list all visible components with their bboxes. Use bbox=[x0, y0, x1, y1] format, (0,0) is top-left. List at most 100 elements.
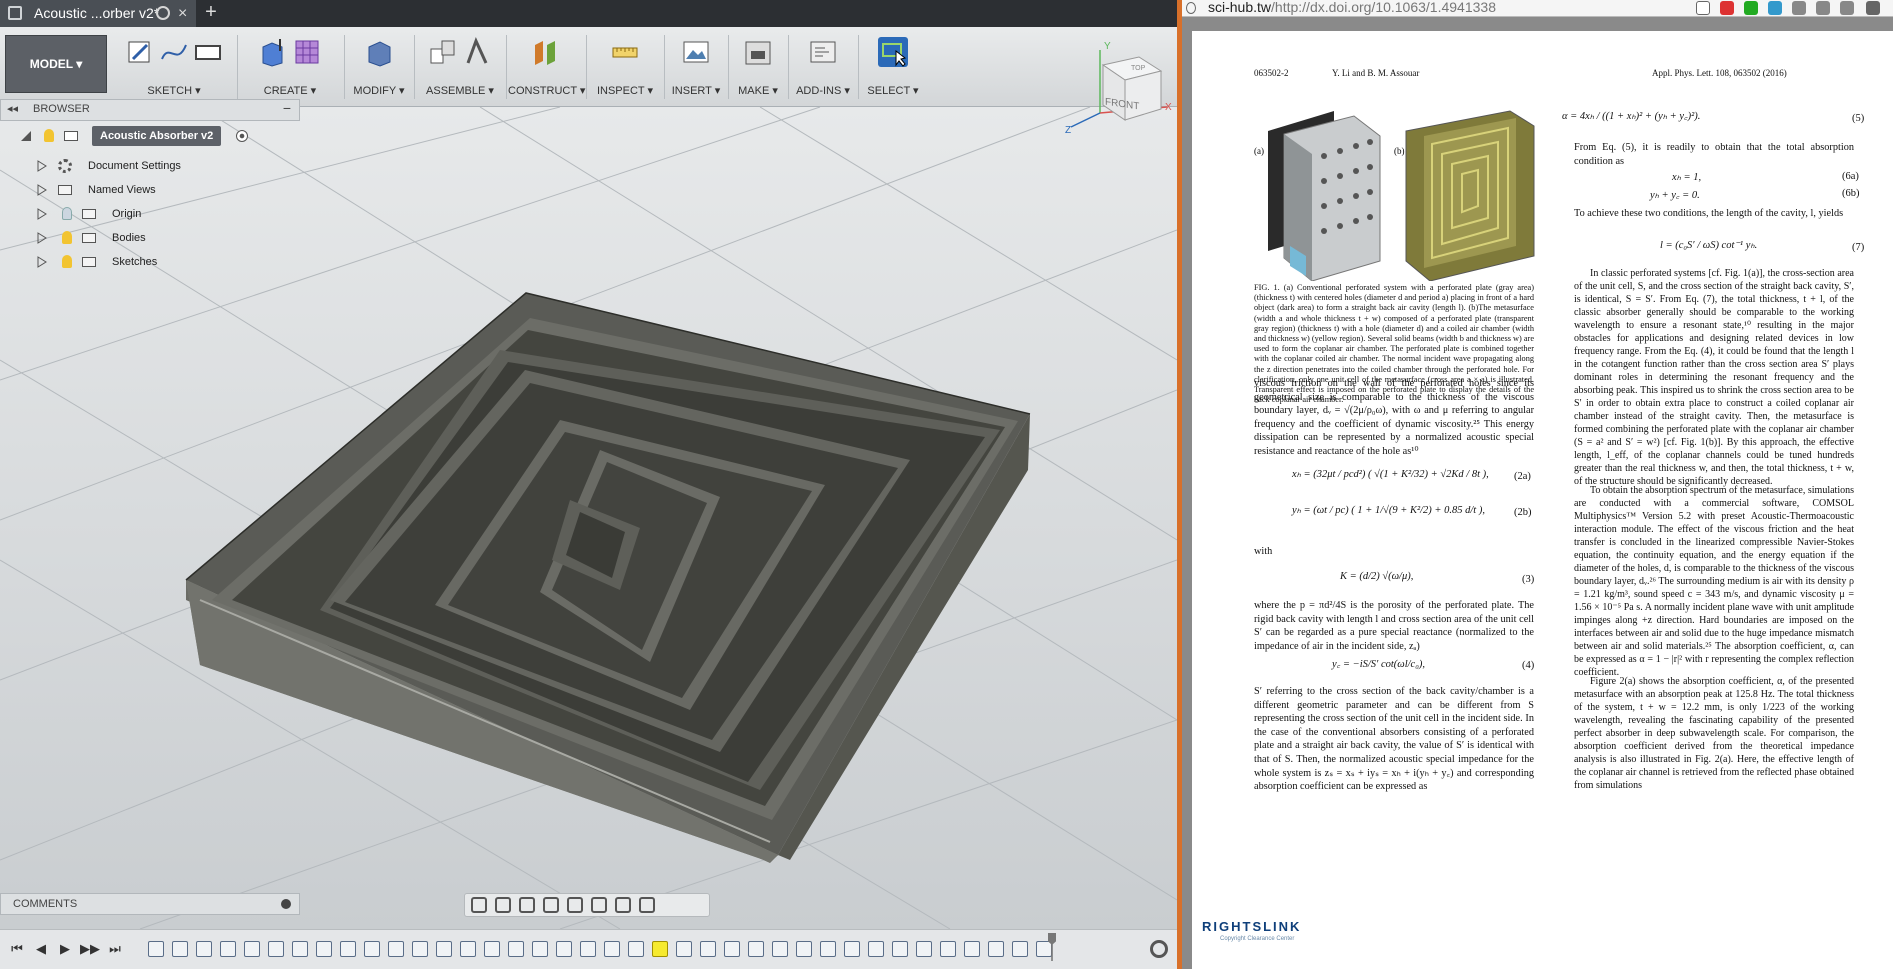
insert-image-icon[interactable] bbox=[681, 37, 711, 67]
root-component-name[interactable]: Acoustic Absorber v2 bbox=[92, 126, 222, 146]
joint-icon[interactable] bbox=[462, 37, 492, 67]
make-group[interactable]: MAKE ▾ bbox=[730, 27, 786, 107]
bookmark-star-icon[interactable] bbox=[1696, 1, 1710, 15]
extension-icon[interactable] bbox=[1840, 1, 1854, 15]
timeline-feature-icon[interactable] bbox=[1012, 941, 1028, 957]
inspect-group[interactable]: INSPECT ▾ bbox=[588, 27, 662, 107]
timeline-feature-icon[interactable] bbox=[772, 941, 788, 957]
extension-icon[interactable] bbox=[1816, 1, 1830, 15]
visibility-bulb-icon[interactable] bbox=[62, 231, 72, 244]
3d-print-icon[interactable] bbox=[743, 37, 773, 67]
expand-icon[interactable] bbox=[36, 256, 48, 268]
visibility-bulb-icon[interactable] bbox=[62, 207, 72, 220]
timeline-feature-icon[interactable] bbox=[652, 941, 668, 957]
timeline-feature-icon[interactable] bbox=[892, 941, 908, 957]
timeline-feature-icon[interactable] bbox=[844, 941, 860, 957]
timeline-feature-icon[interactable] bbox=[868, 941, 884, 957]
address-bar[interactable]: sci-hub.tw/http://dx.doi.org/10.1063/1.4… bbox=[1182, 0, 1893, 17]
zoom-icon[interactable] bbox=[543, 897, 559, 913]
new-tab-button[interactable]: + bbox=[200, 0, 222, 27]
extrude-icon[interactable] bbox=[258, 37, 288, 67]
extension-icon-red[interactable] bbox=[1720, 1, 1734, 15]
zoom-window-icon[interactable] bbox=[567, 897, 583, 913]
browser-root-item[interactable]: Acoustic Absorber v2 bbox=[20, 126, 250, 146]
display-settings-icon[interactable] bbox=[591, 897, 607, 913]
create-sketch-icon[interactable] bbox=[125, 37, 155, 67]
visibility-bulb-icon[interactable] bbox=[44, 129, 54, 142]
expand-icon[interactable] bbox=[36, 184, 48, 196]
create-group[interactable]: CREATE ▾ bbox=[240, 27, 340, 107]
expand-icon[interactable] bbox=[36, 208, 48, 220]
timeline-feature-icon[interactable] bbox=[412, 941, 428, 957]
timeline-feature-icon[interactable] bbox=[676, 941, 692, 957]
browser-item-named-views[interactable]: Named Views bbox=[36, 180, 256, 200]
browser-panel-header[interactable]: ◂◂ BROWSER − bbox=[0, 99, 300, 121]
rightslink-logo[interactable]: RIGHTSLINK bbox=[1202, 919, 1301, 934]
expand-icon[interactable] bbox=[36, 160, 48, 172]
timeline-feature-icon[interactable] bbox=[1036, 941, 1052, 957]
box-grid-icon[interactable] bbox=[292, 37, 322, 67]
timeline-feature-icon[interactable] bbox=[220, 941, 236, 957]
timeline-feature-icon[interactable] bbox=[580, 941, 596, 957]
offset-plane-icon[interactable] bbox=[531, 37, 561, 67]
browser-item-sketches[interactable]: Sketches bbox=[36, 252, 256, 272]
assemble-group[interactable]: ASSEMBLE ▾ bbox=[416, 27, 504, 107]
timeline-settings-icon[interactable] bbox=[1150, 940, 1168, 958]
close-tab-icon[interactable]: × bbox=[178, 0, 187, 27]
insert-group[interactable]: INSERT ▾ bbox=[666, 27, 726, 107]
addins-group[interactable]: ADD-INS ▾ bbox=[790, 27, 856, 107]
visibility-bulb-icon[interactable] bbox=[62, 255, 72, 268]
menu-icon[interactable] bbox=[1866, 1, 1880, 15]
timeline-feature-icon[interactable] bbox=[364, 941, 380, 957]
viewports-icon[interactable] bbox=[639, 897, 655, 913]
modify-group[interactable]: MODIFY ▾ bbox=[346, 27, 412, 107]
browser-item-bodies[interactable]: Bodies bbox=[36, 228, 256, 248]
view-cube[interactable]: TOP FRONT Y X Z bbox=[1065, 35, 1175, 135]
timeline-play-icon[interactable]: ▶ bbox=[58, 942, 72, 956]
timeline-feature-icon[interactable] bbox=[796, 941, 812, 957]
look-at-icon[interactable] bbox=[495, 897, 511, 913]
timeline-first-icon[interactable]: ⏮ bbox=[10, 942, 24, 956]
timeline-feature-icon[interactable] bbox=[244, 941, 260, 957]
new-component-icon[interactable] bbox=[428, 37, 458, 67]
timeline-feature-icon[interactable] bbox=[484, 941, 500, 957]
timeline-feature-icon[interactable] bbox=[268, 941, 284, 957]
url-text[interactable]: sci-hub.tw/http://dx.doi.org/10.1063/1.4… bbox=[1208, 0, 1496, 15]
timeline-feature-icon[interactable] bbox=[988, 941, 1004, 957]
timeline-feature-icon[interactable] bbox=[196, 941, 212, 957]
timeline-feature-icon[interactable] bbox=[940, 941, 956, 957]
add-comment-icon[interactable] bbox=[281, 899, 291, 909]
browser-minimize-icon[interactable]: − bbox=[283, 100, 291, 116]
sketch-group[interactable]: SKETCH ▾ bbox=[113, 27, 235, 107]
timeline-prev-icon[interactable]: ◀ bbox=[34, 942, 48, 956]
viewcube-top-label[interactable]: TOP bbox=[1131, 65, 1146, 72]
timeline-feature-icon[interactable] bbox=[820, 941, 836, 957]
scripts-icon[interactable] bbox=[808, 37, 838, 67]
measure-icon[interactable] bbox=[610, 37, 640, 67]
expand-root-icon[interactable] bbox=[20, 130, 32, 142]
timeline-feature-icon[interactable] bbox=[436, 941, 452, 957]
timeline-feature-icon[interactable] bbox=[916, 941, 932, 957]
timeline-feature-icon[interactable] bbox=[148, 941, 164, 957]
rectangle-sketch-icon[interactable] bbox=[193, 37, 223, 67]
extension-icon-blue[interactable] bbox=[1768, 1, 1782, 15]
timeline-feature-icon[interactable] bbox=[748, 941, 764, 957]
timeline-feature-icon[interactable] bbox=[532, 941, 548, 957]
document-tab[interactable]: Acoustic ...orber v2* × bbox=[0, 0, 196, 27]
timeline-feature-icon[interactable] bbox=[628, 941, 644, 957]
timeline-feature-icon[interactable] bbox=[724, 941, 740, 957]
pan-icon[interactable] bbox=[519, 897, 535, 913]
timeline-feature-icon[interactable] bbox=[460, 941, 476, 957]
extension-icon-green[interactable] bbox=[1744, 1, 1758, 15]
browser-item-document-settings[interactable]: Document Settings bbox=[36, 156, 256, 176]
timeline-feature-icon[interactable] bbox=[316, 941, 332, 957]
timeline-feature-icon[interactable] bbox=[964, 941, 980, 957]
timeline-feature-icon[interactable] bbox=[292, 941, 308, 957]
extension-icon[interactable] bbox=[1792, 1, 1806, 15]
press-pull-icon[interactable] bbox=[364, 37, 394, 67]
expand-icon[interactable] bbox=[36, 232, 48, 244]
timeline-feature-icon[interactable] bbox=[556, 941, 572, 957]
construct-group[interactable]: CONSTRUCT ▾ bbox=[508, 27, 585, 107]
comments-panel[interactable]: COMMENTS bbox=[0, 893, 300, 915]
orbit-icon[interactable] bbox=[471, 897, 487, 913]
